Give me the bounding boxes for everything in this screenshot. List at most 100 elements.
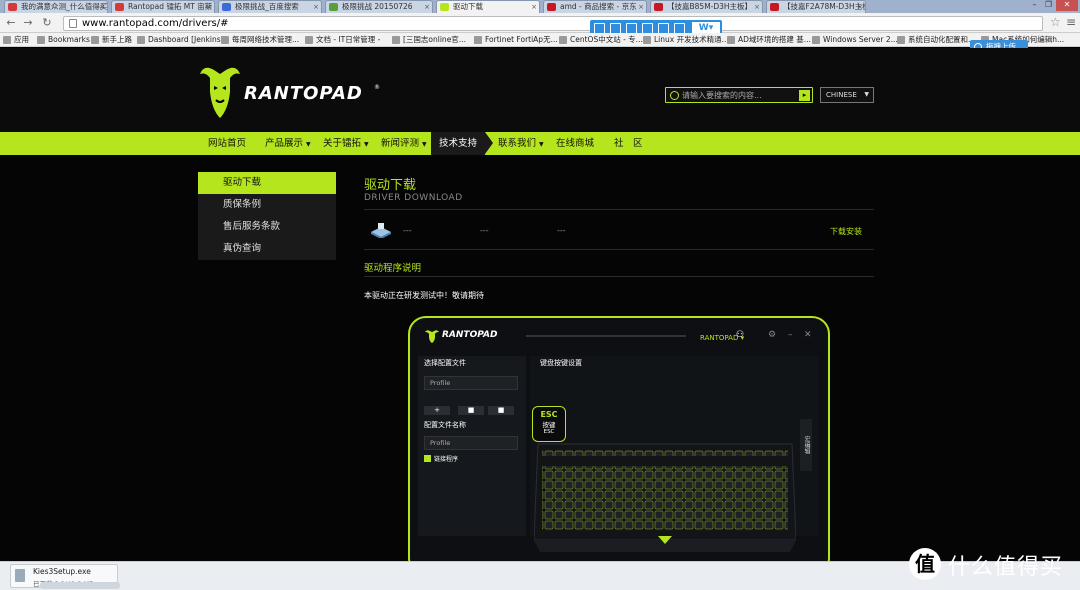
favicon-icon: [329, 3, 338, 11]
close-tab-icon[interactable]: ×: [754, 1, 760, 13]
sidebar-item-drivers[interactable]: 驱动下载: [198, 172, 336, 194]
search-go-icon[interactable]: ▸: [799, 90, 810, 101]
section-title: 驱动程序说明: [364, 263, 422, 274]
gear-icon: ⚙: [768, 330, 777, 340]
bookmark-item[interactable]: 应用: [2, 33, 29, 46]
close-tab-icon[interactable]: ×: [99, 1, 105, 13]
preview-macro-tab: 宏编辑: [800, 419, 812, 471]
nav-item-about[interactable]: 关于镭拓 ▼: [323, 132, 369, 155]
browser-tab[interactable]: amd - 商品搜索 - 京东 ×: [543, 0, 647, 13]
preview-key-settings-label: 键盘按键设置: [540, 359, 582, 367]
doc-icon[interactable]: [642, 22, 653, 34]
driver-description: 本驱动正在研发测试中！敬请期待: [364, 291, 484, 300]
chevron-down-icon: ▼: [539, 141, 544, 148]
page-icon: [559, 36, 567, 44]
page-icon: [643, 36, 651, 44]
driver-name: ---: [403, 226, 412, 235]
bookmark-star-icon[interactable]: ☆: [1050, 15, 1061, 29]
preview-profile-field: Profile: [424, 376, 518, 390]
site-header: RANTOPAD ® ▸ CHINESE ▼: [0, 48, 1080, 132]
search-input[interactable]: [682, 89, 800, 102]
main-nav: 网站首页 产品展示 ▼ 关于镭拓 ▼ 新闻评测 ▼ 技术支持 联系我们 ▼ 在线商城 社…: [0, 132, 1080, 155]
bookmark-item[interactable]: AD域环境的搭建 基...: [726, 33, 811, 46]
bookmark-item[interactable]: Dashboard [Jenkins]: [136, 33, 224, 46]
nav-item-news[interactable]: 新闻评测 ▼: [381, 132, 427, 155]
browser-tab[interactable]: 极限挑战_百度搜索 ×: [218, 0, 322, 13]
watermark-logo: 值: [909, 548, 941, 580]
forward-icon[interactable]: →: [21, 16, 35, 29]
browser-tab[interactable]: 【技嘉B85M-D3H主板】 ×: [650, 0, 763, 13]
url-field[interactable]: www.rantopad.com/drivers/#: [63, 16, 1043, 31]
preview-profile-label: 选择配置文件: [424, 359, 466, 367]
download-install-link[interactable]: 下载安装: [830, 226, 862, 237]
browser-tab-active[interactable]: 驱动下载 ×: [436, 0, 540, 13]
chevron-down-icon: ▼: [364, 141, 369, 148]
bookmarks-bar: 应用 Bookmarks 新手上路 Dashboard [Jenkins] 每周…: [0, 33, 1080, 47]
sidebar-item-warranty[interactable]: 质保条例: [198, 194, 336, 216]
brand-text: RANTOPAD: [244, 83, 363, 104]
bookmark-item[interactable]: 新手上路: [90, 33, 132, 46]
preview-esc-callout: ESC 按键 ESC: [532, 406, 566, 442]
browser-tab[interactable]: 极限挑战 20150726 ×: [325, 0, 433, 13]
share-icon[interactable]: [658, 22, 669, 34]
site-logo[interactable]: RANTOPAD ®: [196, 60, 386, 122]
minimize-icon: –: [788, 330, 793, 340]
back-icon[interactable]: ←: [4, 16, 18, 29]
preview-link-program-label: 链接程序: [434, 456, 459, 463]
nav-item-products[interactable]: 产品展示 ▼: [265, 132, 311, 155]
bookmark-item[interactable]: 系统自动化配置和...: [896, 33, 975, 46]
bookmark-item[interactable]: Fortinet FortiAp无...: [473, 33, 558, 46]
site-watermark: 值 什么值得买: [906, 547, 1076, 583]
browser-tab[interactable]: 【技嘉F2A78M-D3H主板】×: [766, 0, 866, 13]
browser-tab[interactable]: Rantopad 镭拓 MT 宙斯 ×: [111, 0, 215, 13]
divider: [364, 209, 874, 210]
menu-icon[interactable]: ≡: [1066, 15, 1076, 29]
minimize-icon[interactable]: –: [1028, 0, 1041, 11]
download-filename: Kies3Setup.exe: [33, 567, 91, 576]
favicon-icon: [8, 3, 17, 11]
screenshot-icon[interactable]: [610, 22, 621, 34]
bookmark-item[interactable]: Bookmarks: [36, 33, 90, 46]
close-window-icon[interactable]: ✕: [1056, 0, 1078, 11]
bookmark-item[interactable]: Windows Server 2...: [811, 33, 898, 46]
maximize-icon[interactable]: ❐: [1042, 0, 1055, 11]
horizontal-scrollbar[interactable]: [40, 582, 120, 589]
bookmark-item[interactable]: 文档 - IT日常管理 -: [304, 33, 380, 46]
close-tab-icon[interactable]: ×: [531, 1, 537, 13]
checkbox-icon: [424, 455, 431, 462]
close-tab-icon[interactable]: ×: [424, 1, 430, 13]
nav-item-shop[interactable]: 在线商城: [556, 132, 594, 155]
reload-icon[interactable]: ↻: [40, 16, 54, 29]
keyboard-illustration: [534, 443, 796, 552]
tag-icon[interactable]: [674, 22, 685, 34]
clip-icon[interactable]: [594, 22, 605, 34]
sidebar-item-service-terms[interactable]: 售后服务条款: [198, 216, 336, 238]
chevron-down-icon: ▼: [864, 91, 869, 98]
favicon-icon: [770, 3, 779, 11]
note-icon[interactable]: [626, 22, 637, 34]
close-tab-icon[interactable]: ×: [857, 1, 863, 13]
preview-button: ■: [488, 406, 514, 415]
close-tab-icon[interactable]: ×: [638, 1, 644, 13]
nav-item-community[interactable]: 社 区: [614, 132, 643, 155]
bookmark-item[interactable]: Linux 开发技术精通...: [642, 33, 729, 46]
page-icon: [897, 36, 905, 44]
close-tab-icon[interactable]: ×: [206, 1, 212, 13]
bookmark-item[interactable]: [三国志online官...: [391, 33, 466, 46]
registered-mark: ®: [374, 84, 380, 91]
page-icon: [727, 36, 735, 44]
sidebar-item-authenticity[interactable]: 真伪查询: [198, 238, 336, 260]
bookmark-item[interactable]: 每周网络技术管理...: [220, 33, 299, 46]
software-preview-image: RANTOPAD RANTOPAD ▾ ⚇ ⚙ – ✕ 选择配置文件 Profi…: [408, 316, 830, 561]
close-tab-icon[interactable]: ×: [313, 1, 319, 13]
browser-tab[interactable]: 我的满意众测_什么值得买 ×: [4, 0, 108, 13]
bull-logo-icon: [200, 67, 240, 118]
nav-item-home[interactable]: 网站首页: [208, 132, 246, 155]
nav-item-contact[interactable]: 联系我们 ▼: [498, 132, 544, 155]
nav-item-support[interactable]: 技术支持: [431, 132, 494, 155]
preview-config-name-label: 配置文件名称: [424, 421, 466, 429]
page-icon: [69, 19, 77, 28]
bookmark-item[interactable]: CentOS中文站 - 专...: [558, 33, 643, 46]
page-title: 驱动下载: [364, 178, 417, 193]
language-selector[interactable]: CHINESE ▼: [820, 87, 874, 103]
